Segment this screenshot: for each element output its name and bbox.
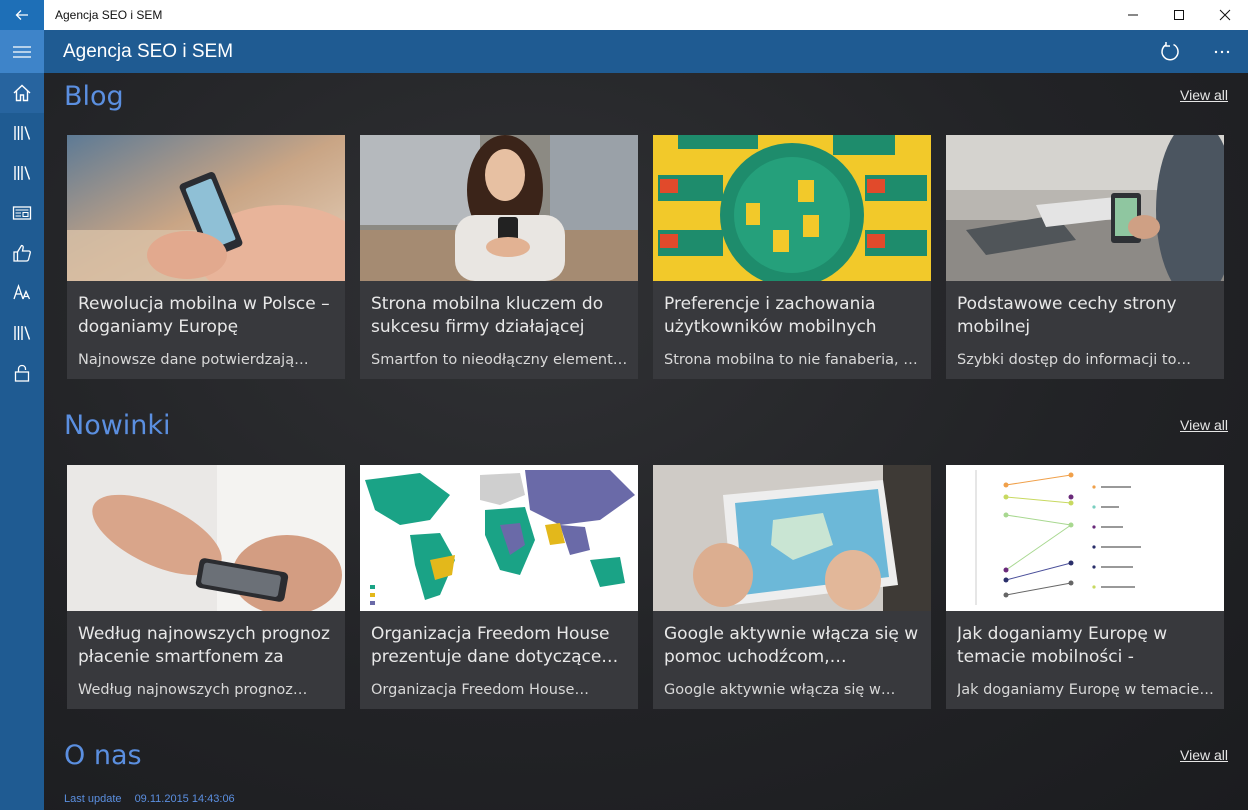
blog-card[interactable]: Podstawowe cechy strony mobilnej Szybki … — [946, 135, 1224, 379]
news-card[interactable]: Google aktywnie włącza się w pomoc uchod… — [653, 465, 931, 709]
window-title-bar: Agencja SEO i SEM — [0, 0, 1248, 30]
last-update: Last update 09.11.2015 14:43:06 — [64, 793, 235, 805]
main-content: Blog View all Rewolucja mobilna w Polsce… — [44, 73, 1248, 810]
blog-card-subtitle: Smartfon to nieodłączny element… — [371, 352, 628, 368]
news-card-title: Google aktywnie włącza się w pomoc uchod… — [664, 624, 919, 667]
blog-card-subtitle: Najnowsze dane potwierdzają… — [78, 352, 309, 368]
news-card-title: Według najnowszych prognoz płacenie smar… — [78, 624, 330, 667]
blog-card-image — [67, 135, 345, 281]
blog-card-title: Rewolucja mobilna w Polsce – doganiamy E… — [78, 294, 330, 337]
minimize-icon — [1128, 14, 1138, 16]
refresh-icon — [1161, 41, 1179, 60]
news-icon — [12, 206, 32, 220]
about-view-all-link[interactable]: View all — [1180, 747, 1228, 763]
blog-card-title: Podstawowe cechy strony mobilnej — [957, 294, 1177, 337]
close-button[interactable] — [1202, 0, 1248, 30]
nav-like[interactable] — [0, 233, 44, 273]
blog-grid: Rewolucja mobilna w Polsce – doganiamy E… — [67, 135, 1224, 379]
maximize-button[interactable] — [1156, 0, 1202, 30]
home-icon — [13, 84, 31, 102]
navigation-rail — [0, 30, 44, 810]
news-card-subtitle: Organizacja Freedom House… — [371, 682, 589, 698]
blog-card-image — [653, 135, 931, 281]
news-card[interactable]: Według najnowszych prognoz płacenie smar… — [67, 465, 345, 709]
blog-card-image — [360, 135, 638, 281]
maximize-icon — [1174, 10, 1184, 20]
news-card-subtitle: Google aktywnie włącza się w… — [664, 682, 896, 698]
news-card-title: Organizacja Freedom House prezentuje dan… — [371, 624, 619, 667]
blog-card[interactable]: Strona mobilna kluczem do sukcesu firmy … — [360, 135, 638, 379]
nav-news[interactable] — [0, 193, 44, 233]
close-icon — [1219, 9, 1231, 21]
library-icon — [14, 126, 31, 140]
about-section-title: O nas — [64, 740, 142, 771]
nav-privacy[interactable] — [0, 353, 44, 393]
lock-icon — [14, 364, 30, 382]
blog-card-subtitle: Strona mobilna to nie fanaberia, to… — [664, 352, 922, 368]
blog-card-image — [946, 135, 1224, 281]
news-section-title: Nowinki — [64, 410, 171, 441]
news-card-subtitle: Jak doganiamy Europę w temacie… — [957, 682, 1214, 698]
last-update-label: Last update — [64, 793, 122, 805]
news-grid: Według najnowszych prognoz płacenie smar… — [67, 465, 1224, 709]
news-card[interactable]: Jak doganiamy Europę w temacie mobilnośc… — [946, 465, 1224, 709]
last-update-value: 09.11.2015 14:43:06 — [134, 793, 235, 805]
blog-card-title: Strona mobilna kluczem do sukcesu firmy … — [371, 294, 604, 337]
back-button[interactable] — [0, 0, 44, 30]
library-icon — [14, 166, 31, 180]
blog-view-all-link[interactable]: View all — [1180, 87, 1228, 103]
library-icon — [14, 326, 31, 340]
blog-card[interactable]: Rewolucja mobilna w Polsce – doganiamy E… — [67, 135, 345, 379]
hamburger-menu-button[interactable] — [0, 30, 44, 73]
thumbs-up-icon — [13, 244, 31, 262]
more-options-button[interactable] — [1196, 30, 1248, 73]
news-card-image — [67, 465, 345, 611]
nav-library-2[interactable] — [0, 153, 44, 193]
news-card-title: Jak doganiamy Europę w temacie mobilnośc… — [957, 624, 1168, 667]
news-card-image — [653, 465, 931, 611]
news-card[interactable]: Organizacja Freedom House prezentuje dan… — [360, 465, 638, 709]
hamburger-icon — [13, 45, 31, 58]
refresh-button[interactable] — [1144, 30, 1196, 73]
news-card-subtitle: Według najnowszych prognoz… — [78, 682, 308, 698]
window-title: Agencja SEO i SEM — [55, 8, 163, 22]
blog-card-subtitle: Szybki dostęp do informacji to… — [957, 352, 1191, 368]
back-arrow-icon — [15, 10, 28, 20]
more-icon — [1214, 50, 1230, 53]
blog-section-title: Blog — [64, 81, 124, 112]
app-title: Agencja SEO i SEM — [63, 40, 234, 62]
nav-home[interactable] — [0, 73, 44, 113]
news-view-all-link[interactable]: View all — [1180, 417, 1228, 433]
font-icon — [13, 284, 31, 300]
news-card-image — [946, 465, 1224, 611]
news-card-image — [360, 465, 638, 611]
nav-library-1[interactable] — [0, 113, 44, 153]
nav-library-3[interactable] — [0, 313, 44, 353]
blog-card-title: Preferencje i zachowania użytkowników mo… — [664, 294, 877, 337]
minimize-button[interactable] — [1110, 0, 1156, 30]
app-header: Agencja SEO i SEM — [44, 30, 1248, 73]
nav-font[interactable] — [0, 273, 44, 313]
blog-card[interactable]: Preferencje i zachowania użytkowników mo… — [653, 135, 931, 379]
